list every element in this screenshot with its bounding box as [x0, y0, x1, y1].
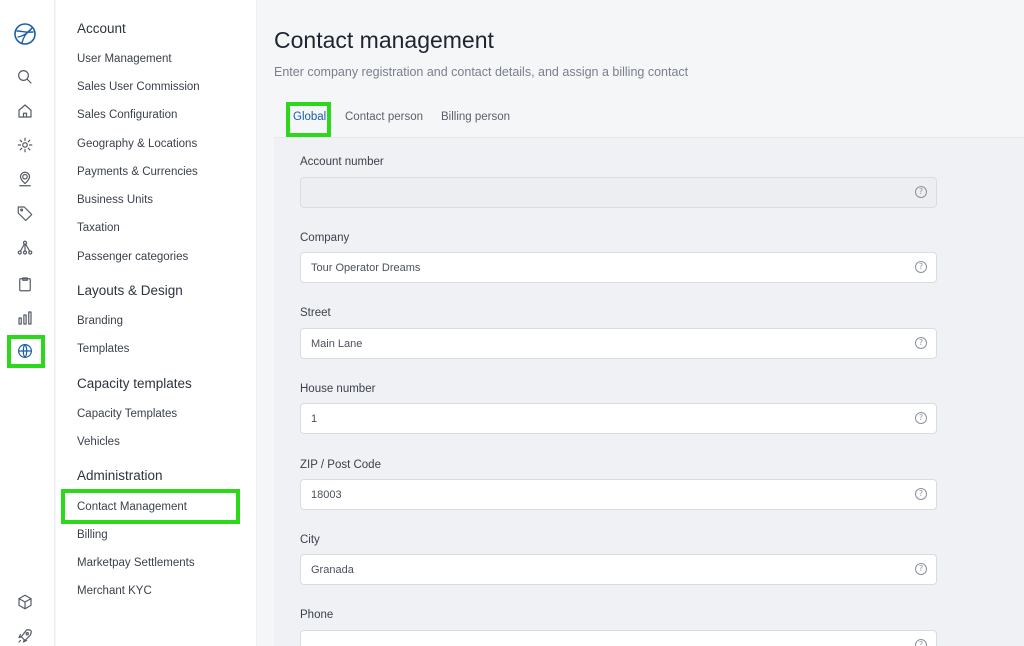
page-subtitle: Enter company registration and contact d… — [274, 65, 689, 79]
gear-icon[interactable] — [11, 131, 39, 159]
chart-icon[interactable] — [11, 304, 39, 332]
sidebar-item-business-units[interactable]: Business Units — [77, 194, 153, 206]
street-label: Street — [300, 307, 331, 319]
settings-sidebar: Account User Management Sales User Commi… — [56, 0, 257, 646]
clipboard-icon[interactable] — [11, 270, 39, 298]
sidebar-item-passenger-categories[interactable]: Passenger categories — [77, 251, 188, 263]
house-number-label: House number — [300, 383, 376, 395]
sidebar-group-capacity-templates: Capacity templates — [77, 376, 192, 391]
city-field[interactable]: Granada ? — [300, 554, 937, 585]
company-label: Company — [300, 232, 350, 244]
network-icon[interactable] — [11, 234, 39, 262]
house-number-value: 1 — [311, 413, 318, 425]
sidebar-item-marketpay-settlements[interactable]: Marketpay Settlements — [77, 557, 195, 569]
sidebar-item-branding[interactable]: Branding — [77, 315, 123, 327]
sidebar-item-billing[interactable]: Billing — [77, 529, 108, 541]
user-pin-icon[interactable] — [11, 165, 39, 193]
icon-rail — [0, 0, 55, 646]
tab-global-highlight — [286, 102, 331, 137]
help-icon[interactable]: ? — [915, 488, 927, 500]
globe-icon-highlight — [7, 335, 45, 368]
sidebar-item-sales-user-commission[interactable]: Sales User Commission — [77, 81, 200, 93]
contact-management-highlight — [61, 489, 240, 524]
account-number-label: Account number — [300, 156, 384, 168]
sidebar-item-payments-currencies[interactable]: Payments & Currencies — [77, 166, 198, 178]
sidebar-group-administration: Administration — [77, 468, 163, 483]
sidebar-group-layouts-design: Layouts & Design — [77, 283, 183, 298]
sidebar-item-taxation[interactable]: Taxation — [77, 222, 120, 234]
tab-billing-person[interactable]: Billing person — [441, 111, 510, 123]
zip-code-field[interactable]: 18003 ? — [300, 479, 937, 510]
street-value: Main Lane — [311, 338, 363, 350]
help-icon[interactable]: ? — [915, 639, 927, 646]
help-icon[interactable]: ? — [915, 261, 927, 273]
sidebar-item-geography-locations[interactable]: Geography & Locations — [77, 138, 197, 150]
sidebar-item-sales-configuration[interactable]: Sales Configuration — [77, 109, 177, 121]
home-icon[interactable] — [11, 97, 39, 125]
help-icon[interactable]: ? — [915, 186, 927, 198]
help-icon[interactable]: ? — [915, 337, 927, 349]
search-icon[interactable] — [11, 63, 39, 91]
tab-bar: Global Contact person Billing person — [274, 98, 1024, 138]
company-value: Tour Operator Dreams — [311, 262, 421, 274]
house-number-field[interactable]: 1 ? — [300, 403, 937, 434]
help-icon[interactable]: ? — [915, 563, 927, 575]
phone-field[interactable]: ? — [300, 630, 937, 646]
tag-icon[interactable] — [11, 199, 39, 227]
zip-code-label: ZIP / Post Code — [300, 459, 381, 471]
account-number-field: ? — [300, 177, 937, 208]
company-field[interactable]: Tour Operator Dreams ? — [300, 252, 937, 283]
sidebar-group-account: Account — [77, 21, 126, 36]
brand-logo[interactable] — [11, 20, 39, 48]
sidebar-item-vehicles[interactable]: Vehicles — [77, 436, 120, 448]
contact-form-panel: Global Contact person Billing person Acc… — [274, 98, 1024, 646]
sidebar-item-templates[interactable]: Templates — [77, 343, 129, 355]
sidebar-item-user-management[interactable]: User Management — [77, 53, 172, 65]
city-value: Granada — [311, 564, 354, 576]
rocket-icon[interactable] — [11, 622, 39, 646]
phone-label: Phone — [300, 609, 334, 621]
box-icon[interactable] — [11, 588, 39, 616]
city-label: City — [300, 534, 320, 546]
zip-code-value: 18003 — [311, 489, 342, 501]
page-title: Contact management — [274, 27, 494, 53]
main-content: Contact management Enter company registr… — [257, 0, 1024, 646]
help-icon[interactable]: ? — [915, 412, 927, 424]
sidebar-item-capacity-templates[interactable]: Capacity Templates — [77, 408, 177, 420]
street-field[interactable]: Main Lane ? — [300, 328, 937, 359]
tab-contact-person[interactable]: Contact person — [345, 111, 423, 123]
sidebar-item-merchant-kyc[interactable]: Merchant KYC — [77, 585, 152, 597]
